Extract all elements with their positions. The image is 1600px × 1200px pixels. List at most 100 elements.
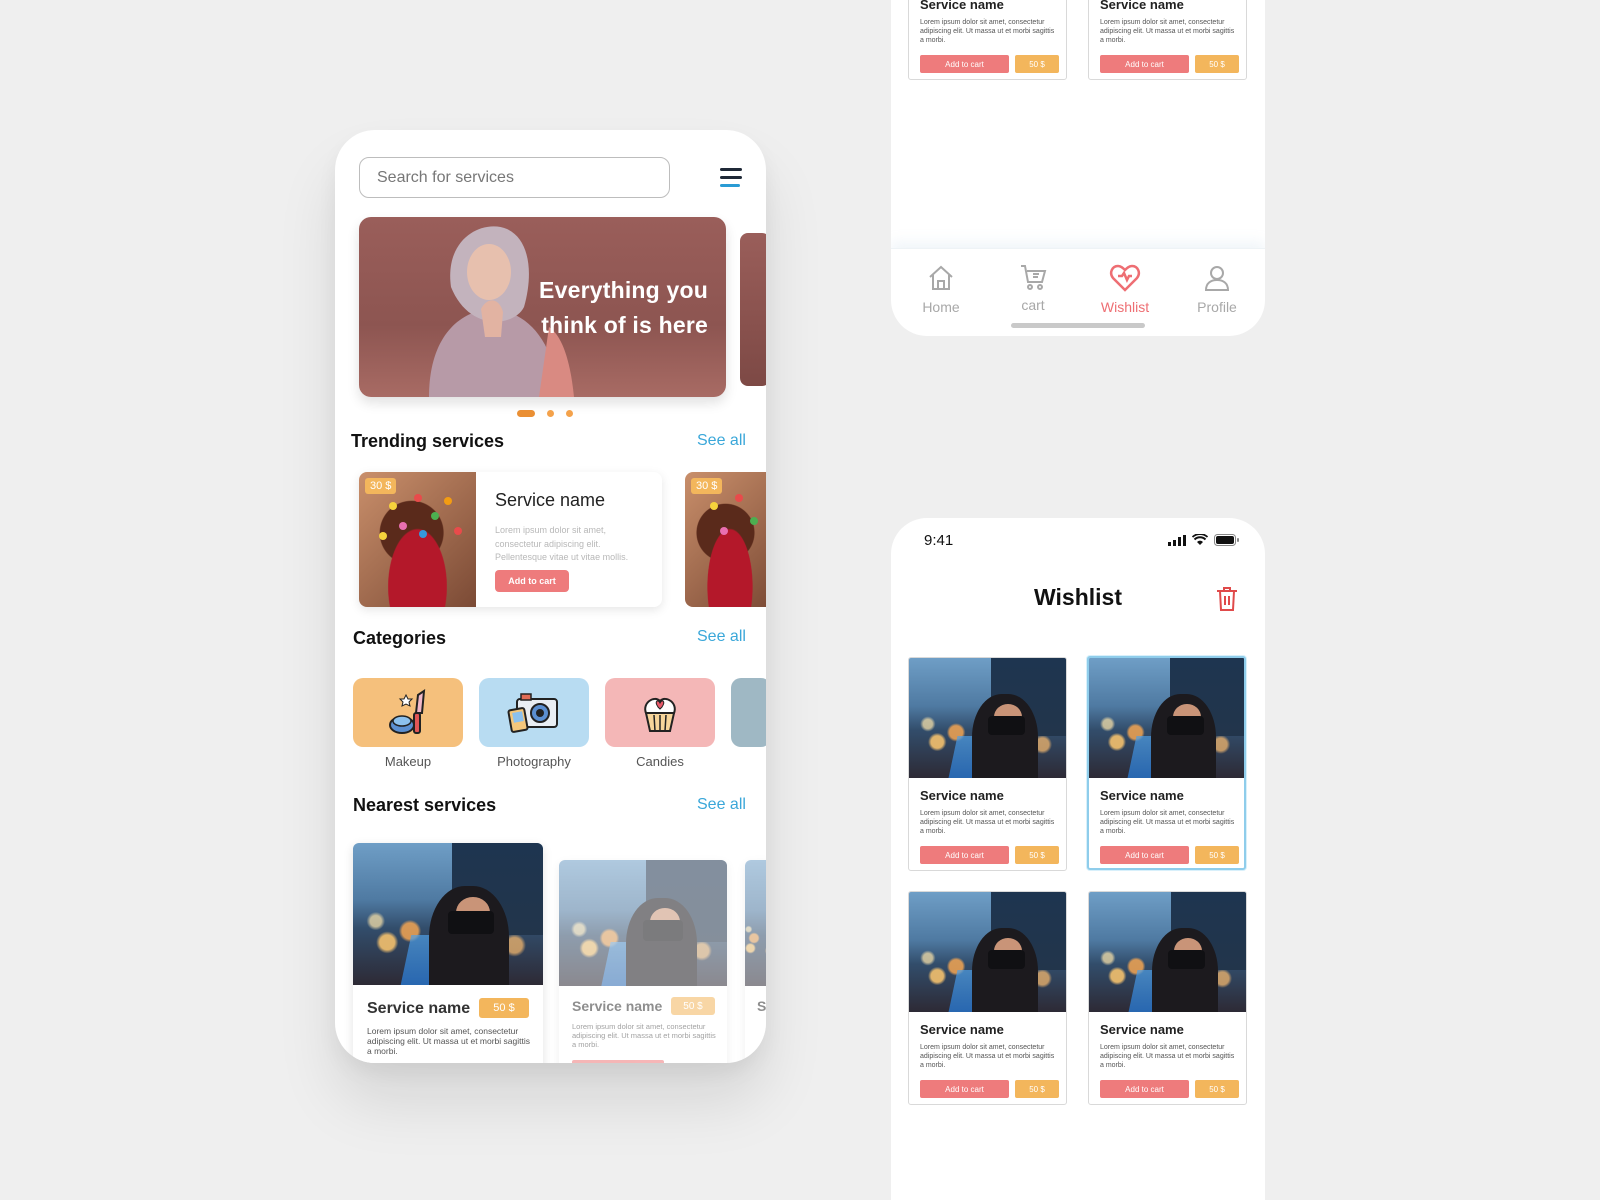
home-icon [929, 265, 953, 290]
add-to-cart-button[interactable]: Add to cart [1100, 55, 1189, 73]
add-to-cart-button[interactable]: Add to cart [920, 846, 1009, 864]
photographer-image [745, 860, 766, 986]
carousel-dot-active[interactable] [517, 410, 535, 417]
service-description: Lorem ipsum dolor sit amet, consectetur … [920, 810, 1055, 835]
category-label: Photography [497, 754, 571, 769]
category-makeup[interactable] [353, 678, 463, 747]
photographer-image [909, 892, 1066, 1012]
trash-icon [1217, 587, 1237, 611]
wishlist-card-selected[interactable]: Service name Lorem ipsum dolor sit amet,… [1087, 656, 1246, 870]
banner-line-1: Everything you [539, 277, 708, 303]
nav-cart[interactable]: cart [998, 263, 1068, 313]
nearest-title: Nearest services [353, 795, 497, 815]
category-label: Candies [636, 754, 684, 769]
add-to-cart-button[interactable]: Add to cart [920, 55, 1009, 73]
nav-label: Wishlist [1100, 299, 1150, 315]
service-name: Service name [1100, 0, 1184, 12]
service-name: Service name [920, 0, 1004, 12]
banner-line-2: think of is here [541, 312, 708, 338]
search-input[interactable]: Search for services [359, 157, 670, 198]
nav-label: cart [1021, 297, 1045, 313]
battery-icon [1214, 534, 1239, 546]
service-name: S [757, 998, 766, 1014]
nav-home[interactable]: Home [906, 263, 976, 315]
user-icon [1204, 266, 1230, 291]
wishlist-card[interactable]: Service name Lorem ipsum dolor sit amet,… [908, 657, 1067, 871]
nearest-card[interactable]: Service name 50 $ Lorem ipsum dolor sit … [559, 860, 727, 1063]
category-photography[interactable] [479, 678, 589, 747]
banner-headline: Everything you think of is here [539, 273, 708, 343]
trending-card-peek[interactable]: 30 $ [685, 472, 766, 607]
price-tag: 50 $ [479, 998, 529, 1018]
wifi-icon [1192, 534, 1208, 545]
price-tag: 50 $ [1015, 1080, 1059, 1098]
trending-title: Trending services [351, 431, 505, 451]
delete-button[interactable] [1216, 586, 1238, 617]
categories-title: Categories [353, 628, 447, 648]
service-name: Service name [495, 490, 606, 510]
photographer-image [1089, 658, 1244, 778]
service-description: Lorem ipsum dolor sit amet, consectetur … [572, 1022, 716, 1049]
carousel-dot[interactable] [547, 410, 554, 417]
nearest-card-peek[interactable]: S [745, 860, 766, 1063]
service-description: Lorem ipsum dolor sit amet, consectetur … [1100, 810, 1235, 835]
add-to-cart-button[interactable]: Add to cart [495, 570, 569, 592]
cupcake-icon [644, 697, 676, 732]
category-peek[interactable] [731, 678, 766, 747]
carousel-dot[interactable] [566, 410, 573, 417]
add-to-cart-button[interactable]: Add to cart [920, 1080, 1009, 1098]
add-to-cart-button[interactable]: Add to cart [1100, 846, 1189, 864]
promo-banner[interactable]: Everything you think of is here [359, 217, 726, 397]
price-tag: 30 $ [365, 478, 397, 494]
page-title: Wishlist [1034, 584, 1122, 610]
add-to-cart-button[interactable] [572, 1060, 664, 1063]
service-name: Service name [1100, 1022, 1184, 1037]
heart-icon [1109, 264, 1141, 292]
categories-see-all-link[interactable]: See all [697, 628, 746, 646]
service-description: Lorem ipsum dolor sit amet, consectetur … [920, 19, 1055, 44]
price-tag: 50 $ [1195, 1080, 1239, 1098]
service-description: Lorem ipsum dolor sit amet, consectetur … [1100, 1044, 1235, 1069]
service-name: Service name [1100, 788, 1184, 803]
nav-label: Profile [1197, 299, 1237, 315]
nearest-see-all-link[interactable]: See all [697, 796, 746, 814]
service-name: Service name [920, 788, 1004, 803]
wishlist-card[interactable]: Service name Lorem ipsum dolor sit amet,… [908, 891, 1067, 1105]
service-description: Lorem ipsum dolor sit amet, consectetur … [1100, 19, 1235, 44]
trending-card[interactable]: 30 $ Service name Lorem ipsum dolor sit … [359, 472, 662, 607]
photographer-image [1089, 892, 1246, 1012]
nav-label: Home [922, 299, 960, 315]
price-tag: 50 $ [1195, 846, 1239, 864]
hamburger-menu-icon[interactable] [720, 168, 742, 188]
service-name: Service name [572, 998, 663, 1014]
status-time: 9:41 [924, 532, 954, 549]
nav-wishlist[interactable]: Wishlist [1090, 263, 1160, 315]
wishlist-screen: 9:41 Wishlist Service name Lorem ipsum d… [891, 518, 1265, 1200]
wishlist-card[interactable]: Service name Lorem ipsum dolor sit amet,… [1088, 0, 1247, 80]
price-tag: 50 $ [1195, 55, 1239, 73]
price-tag: 50 $ [1015, 55, 1059, 73]
category-label: Makeup [384, 754, 432, 769]
nearest-card[interactable]: Service name 50 $ Lorem ipsum dolor sit … [353, 843, 543, 1063]
photographer-image [909, 658, 1066, 778]
signal-icon [1168, 535, 1186, 546]
carousel-dots [517, 410, 573, 417]
price-tag: 50 $ [1015, 846, 1059, 864]
makeup-icon [389, 688, 426, 734]
photographer-image [353, 843, 543, 985]
home-indicator [1011, 323, 1145, 328]
add-to-cart-button[interactable]: Add to cart [1100, 1080, 1189, 1098]
nav-profile[interactable]: Profile [1182, 263, 1252, 315]
wishlist-card[interactable]: Service name Lorem ipsum dolor sit amet,… [1088, 891, 1247, 1105]
category-candies[interactable] [605, 678, 715, 747]
photographer-image [559, 860, 727, 986]
price-tag: 50 $ [671, 997, 715, 1015]
wishlist-card[interactable]: Service name Lorem ipsum dolor sit amet,… [908, 0, 1067, 80]
status-icons [1168, 534, 1239, 546]
next-banner-peek[interactable] [740, 233, 766, 386]
service-name: Service name [367, 1000, 471, 1017]
service-name: Service name [920, 1022, 1004, 1037]
cart-icon [1021, 265, 1047, 290]
trending-see-all-link[interactable]: See all [697, 432, 746, 450]
service-description: Lorem ipsum dolor sit amet, consectetur … [920, 1044, 1055, 1069]
